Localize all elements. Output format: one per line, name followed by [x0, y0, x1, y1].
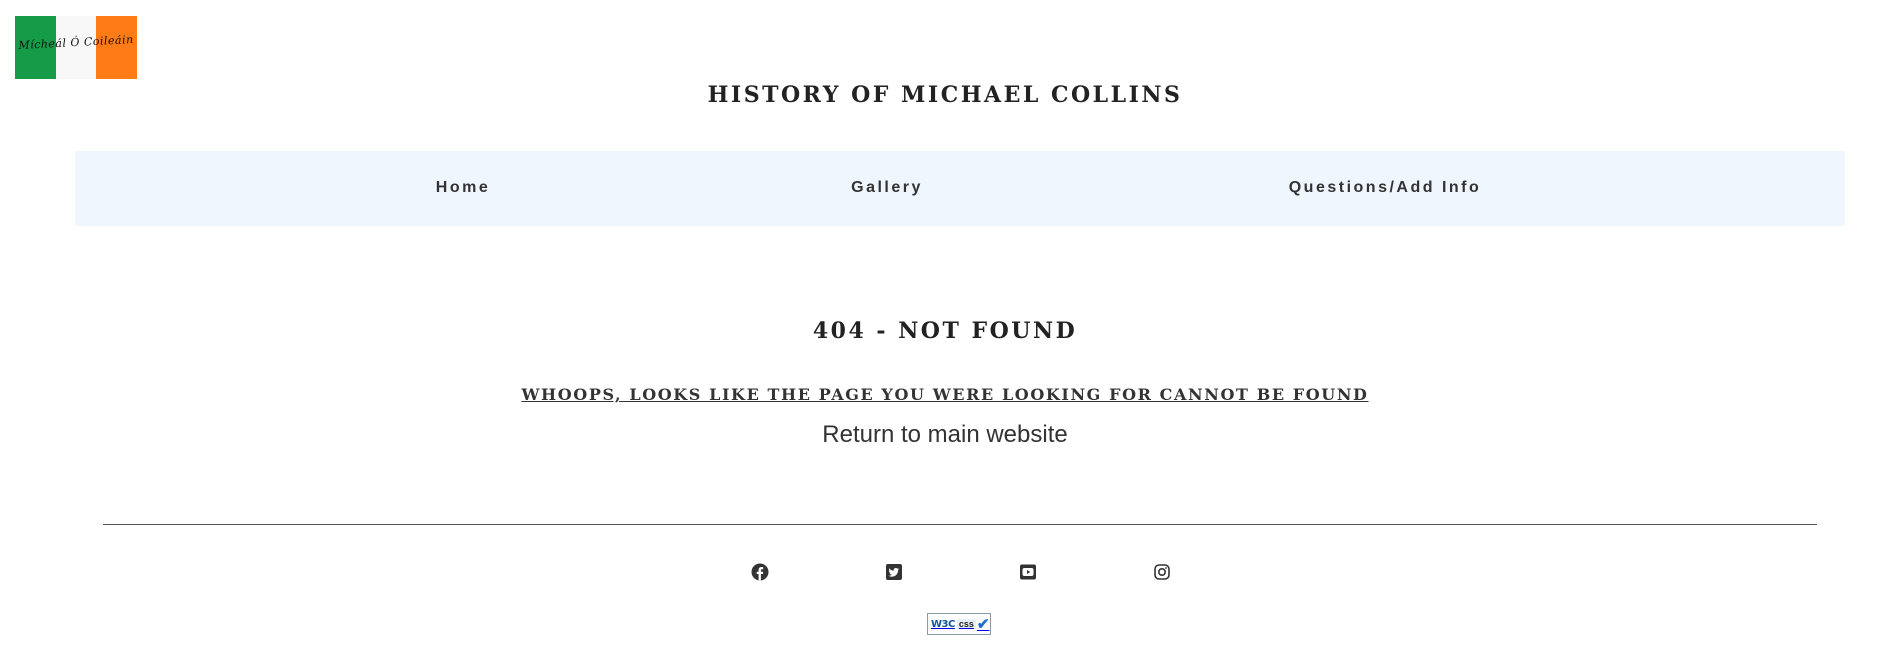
- instagram-icon[interactable]: [1153, 563, 1171, 581]
- youtube-icon[interactable]: [1019, 563, 1037, 581]
- return-link-row: Return to main website: [0, 421, 1890, 449]
- error-subtitle: WHOOPS, LOOKS LIKE THE PAGE YOU WERE LOO…: [0, 385, 1890, 404]
- nav-item-home[interactable]: Home: [436, 179, 490, 197]
- css-label: css: [956, 619, 976, 629]
- w3c-logo-text: W3C: [931, 618, 955, 630]
- nav-item-questions[interactable]: Questions/Add Info: [1289, 179, 1482, 197]
- return-link[interactable]: Return to main website: [822, 421, 1067, 448]
- checkmark-icon: ✔: [976, 616, 990, 633]
- site-title: HISTORY OF MICHAEL COLLINS: [707, 82, 1183, 108]
- error-subtitle-text: WHOOPS, LOOKS LIKE THE PAGE YOU WERE LOO…: [521, 385, 1369, 404]
- social-links: [0, 563, 1890, 583]
- footer-divider: [103, 524, 1817, 525]
- main-nav: Home Gallery Questions/Add Info: [75, 151, 1845, 226]
- site-logo[interactable]: Mícheál Ó Coileáin: [15, 16, 138, 79]
- nav-item-gallery[interactable]: Gallery: [851, 179, 923, 197]
- twitter-icon[interactable]: [885, 563, 903, 581]
- error-title: 404 - NOT FOUND: [812, 318, 1078, 344]
- w3c-css-valid-badge[interactable]: W3C css ✔: [927, 613, 991, 635]
- facebook-icon[interactable]: [751, 563, 769, 581]
